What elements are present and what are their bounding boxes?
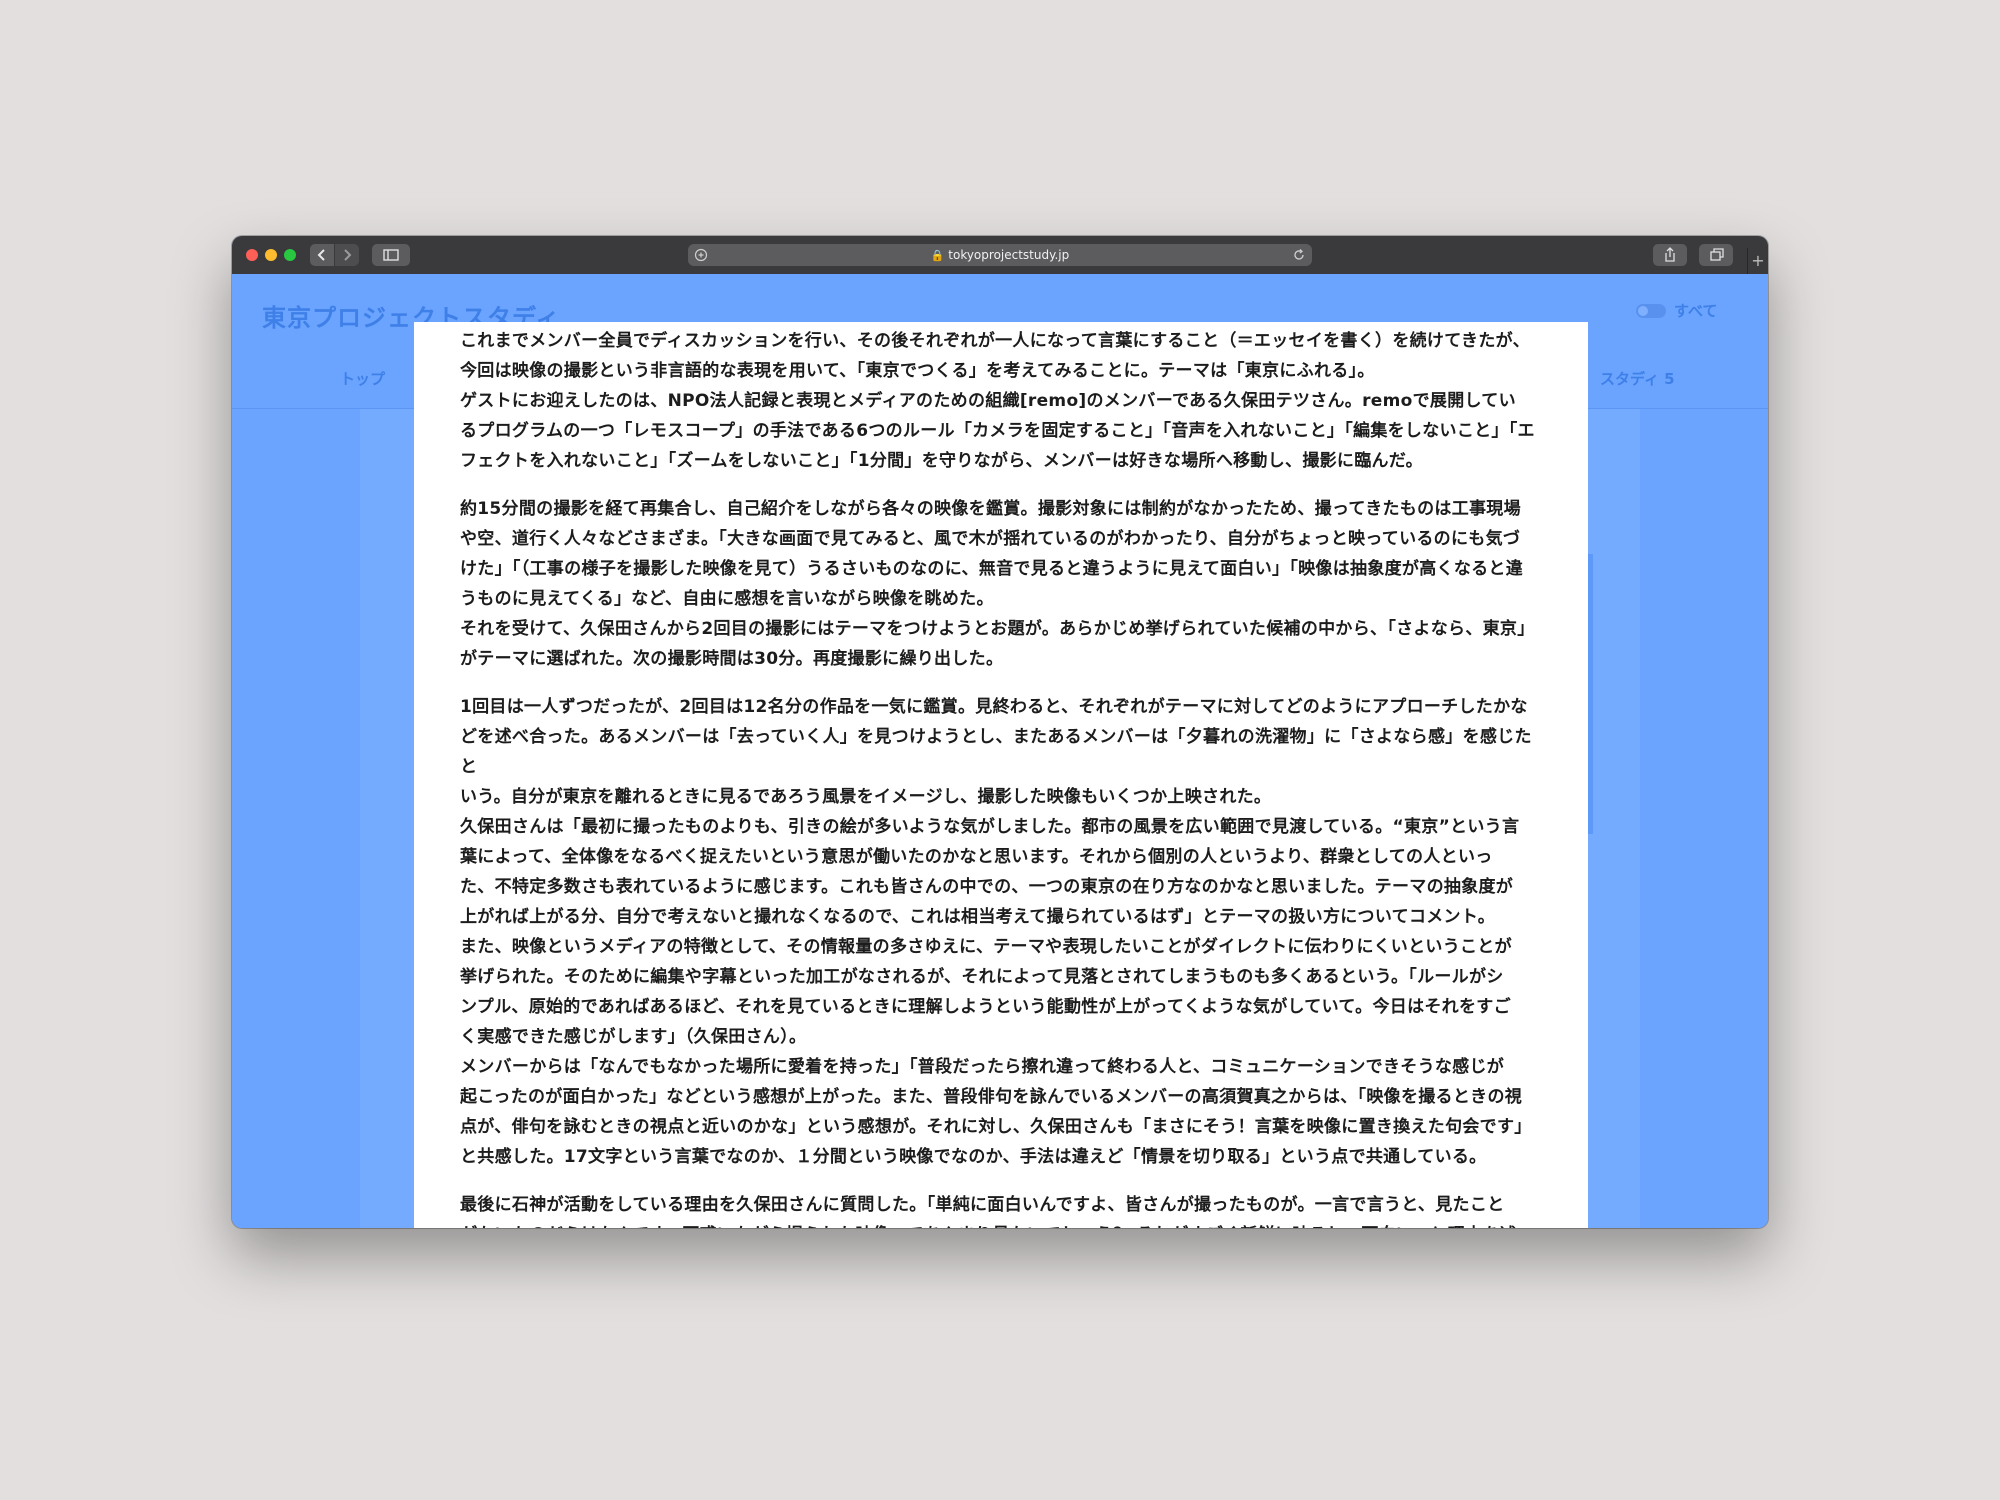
back-button[interactable] (310, 244, 334, 266)
article-body: これまでメンバー全員でディスカッションを行い、その後それぞれが一人になって言葉に… (460, 326, 1546, 1228)
article-overlay[interactable]: これまでメンバー全員でディスカッションを行い、その後それぞれが一人になって言葉に… (414, 322, 1588, 1228)
tabs-icon (1710, 248, 1724, 261)
chevron-right-icon (344, 249, 352, 261)
zoom-window-button[interactable] (284, 249, 296, 261)
minimize-window-button[interactable] (265, 249, 277, 261)
web-page: 東京プロジェクトスタディ すべて トップ スタディ 5 これまでメンバー全員でデ… (232, 274, 1768, 1228)
article-paragraph: 1回目は一人ずつだったが、2回目は12名分の作品を一気に鑑賞。見終わると、それぞ… (460, 697, 1532, 1167)
nav-link-top[interactable]: トップ (340, 368, 385, 389)
share-button[interactable] (1653, 244, 1687, 266)
article-paragraph: これまでメンバー全員でディスカッションを行い、その後それぞれが一人になって言葉に… (460, 331, 1535, 471)
filter-label: すべて (1674, 302, 1718, 320)
reload-icon[interactable] (1292, 248, 1306, 262)
close-window-button[interactable] (246, 249, 258, 261)
forward-button[interactable] (335, 244, 359, 266)
toggle-switch[interactable] (1636, 303, 1666, 318)
sidebar-toggle-button[interactable] (372, 244, 410, 266)
address-bar[interactable]: 🔒 tokyoprojectstudy.jp (688, 244, 1312, 266)
tab-overview-button[interactable] (1699, 244, 1733, 266)
browser-window: 🔒 tokyoprojectstudy.jp + 東京プロジェクトスタディ すべ… (232, 236, 1768, 1228)
share-icon (1665, 247, 1675, 262)
sidebar-icon (383, 249, 399, 261)
nav-link-study[interactable]: スタディ 5 (1600, 368, 1675, 389)
chevron-left-icon (317, 249, 325, 261)
filter-toggle[interactable]: すべて (1636, 300, 1717, 321)
lock-icon: 🔒 (930, 249, 945, 262)
article-paragraph: 最後に石神が活動をしている理由を久保田さんに質問した。「単純に面白いんですよ、皆… (460, 1195, 1517, 1228)
article-paragraph: 約15分間の撮影を経て再集合し、自己紹介をしながら各々の映像を鑑賞。撮影対象には… (460, 499, 1535, 669)
url-label: tokyoprojectstudy.jp (948, 248, 1070, 262)
new-tab-button[interactable]: + (1747, 248, 1768, 274)
url-text: 🔒 tokyoprojectstudy.jp (688, 244, 1312, 267)
browser-toolbar: 🔒 tokyoprojectstudy.jp + (232, 236, 1768, 275)
